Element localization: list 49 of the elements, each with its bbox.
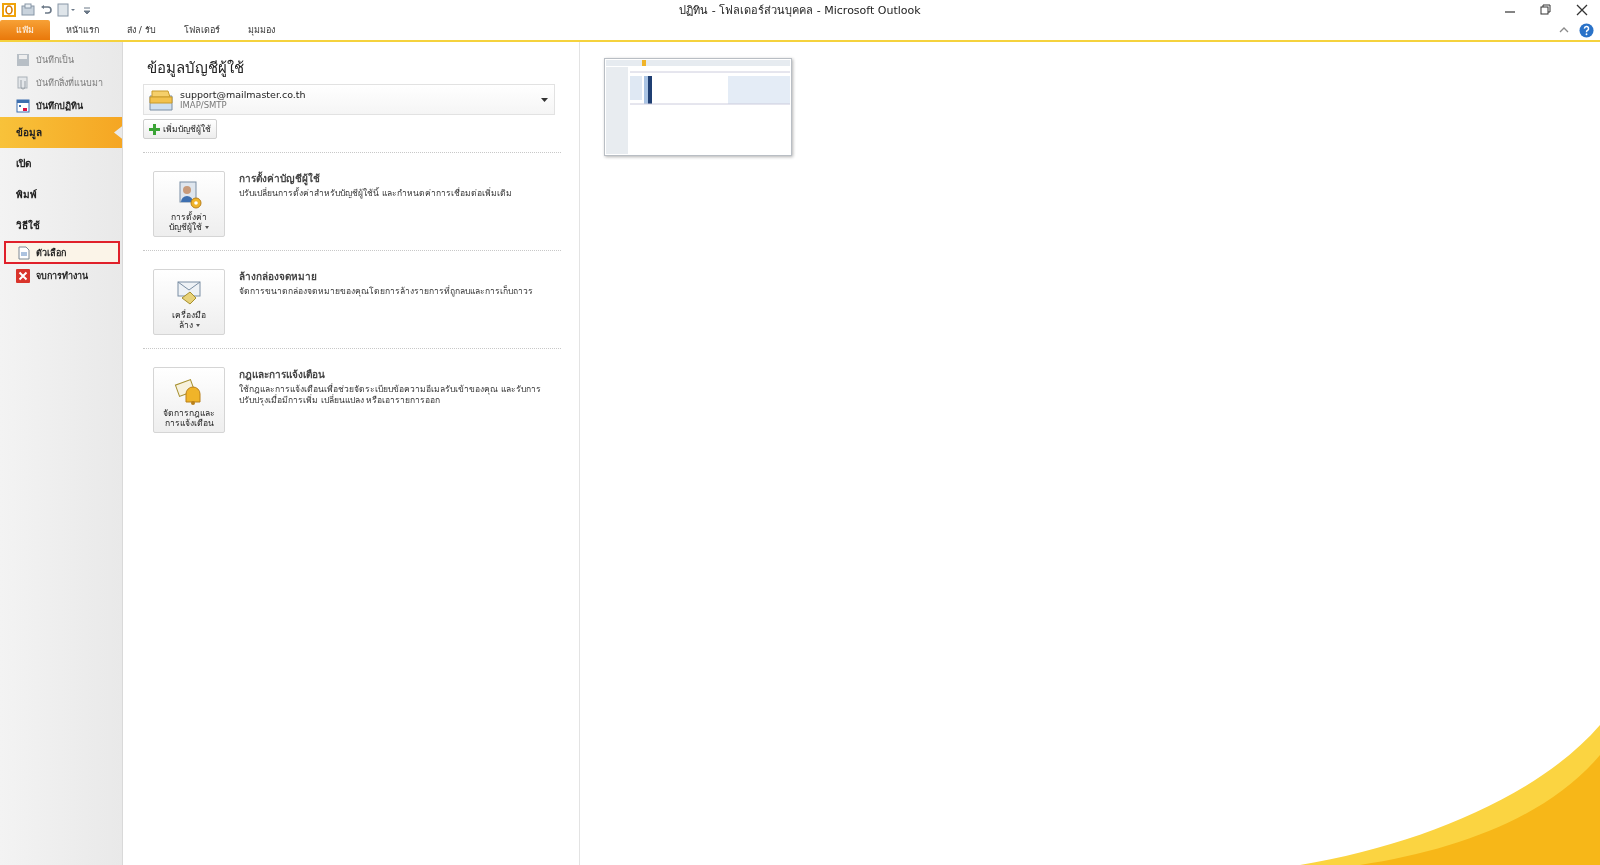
sidebar-command[interactable]: ตัวเลือก — [4, 241, 120, 264]
save-icon — [16, 52, 30, 67]
collapse-ribbon-icon[interactable] — [1559, 26, 1569, 34]
sidebar-tab[interactable]: ข้อมูล — [0, 117, 122, 148]
window-title: ปฏิทิน - โฟลเดอร์ส่วนบุคคล - Microsoft Outlook — [679, 3, 921, 19]
calendar-icon — [16, 98, 30, 113]
command-label: บันทึกเป็น — [36, 53, 74, 67]
account-dropdown[interactable]: support@mailmaster.co.th IMAP/SMTP — [143, 84, 555, 115]
section-description: ปรับเปลี่ยนการตั้งค่าสำหรับบัญชีผู้ใช้นี้ และกำหนดค่าการเชื่อมต่อเพิ่มเติม — [239, 188, 513, 199]
command-label: บันทึกสิ่งที่แนบมา — [36, 76, 103, 90]
envelope-bell-icon — [174, 376, 204, 406]
sidebar-command[interactable]: บันทึกปฏิทิน — [0, 94, 118, 117]
add-account-button[interactable]: เพิ่มบัญชีผู้ใช้ — [143, 119, 217, 139]
dropdown-caret-icon — [195, 324, 200, 328]
account-email: support@mailmaster.co.th — [180, 88, 307, 101]
dropdown-caret-icon — [205, 226, 209, 230]
sidebar-tab[interactable]: วิธีใช้ — [0, 210, 122, 241]
page-heading: ข้อมูลบัญชีผู้ใช้ — [147, 58, 245, 79]
section-button[interactable]: เครื่องมือ ล้าง — [153, 269, 225, 335]
section-description: ใช้กฎและการแจ้งเตือนเพื่อช่วยจัดระเบียบข้อความอีเมลรับเข้าของคุณ และรับการปรับปรุงเมื่อมีการเพิ่ม เปลี่ยนแปลง หรือเอารายการออก — [239, 384, 542, 406]
sidebar-tab[interactable]: เปิด — [0, 148, 122, 179]
close-icon[interactable] — [1576, 4, 1588, 16]
dropdown-arrow-icon — [541, 97, 548, 102]
section-title: ล้างกล่องจดหมาย — [239, 270, 318, 284]
section-button[interactable]: การตั้งค่า บัญชีผู้ใช้ — [153, 171, 225, 237]
command-label: จบการทำงาน — [36, 269, 88, 283]
plus-icon — [149, 123, 160, 135]
sidebar-tab[interactable]: พิมพ์ — [0, 179, 122, 210]
section-button[interactable]: จัดการกฎและ การแจ้งเตือน — [153, 367, 225, 433]
document-icon — [18, 245, 30, 260]
ribbon-tab[interactable]: ส่ง / รับ — [115, 20, 168, 40]
command-label: บันทึกปฏิทิน — [36, 99, 83, 113]
customize-toolbar-icon[interactable] — [82, 4, 92, 16]
section-description: จัดการขนาดกล่องจดหมายของคุณโดยการล้างรายการที่ถูกลบและการเก็บถาวร — [239, 286, 534, 297]
ribbon-tab[interactable]: มุมมอง — [235, 20, 287, 40]
paperclip-document-icon — [16, 75, 30, 90]
help-icon[interactable] — [1579, 22, 1594, 38]
section-title: กฎและการแจ้งเตือน — [239, 368, 326, 382]
restore-icon[interactable] — [1540, 4, 1552, 16]
undo-icon[interactable] — [40, 4, 52, 16]
command-label: ตัวเลือก — [36, 246, 66, 260]
sidebar-command[interactable]: จบการทำงาน — [0, 264, 118, 287]
mailbox-folder-icon — [148, 87, 174, 112]
ribbon-tab[interactable]: โฟลเดอร์ — [171, 20, 232, 40]
section-title: การตั้งค่าบัญชีผู้ใช้ — [239, 171, 321, 186]
outlook-logo-icon[interactable] — [2, 3, 16, 17]
close-icon — [16, 268, 30, 283]
account-type: IMAP/SMTP — [180, 100, 228, 111]
ribbon-tab[interactable]: หน้าแรก — [54, 20, 111, 40]
